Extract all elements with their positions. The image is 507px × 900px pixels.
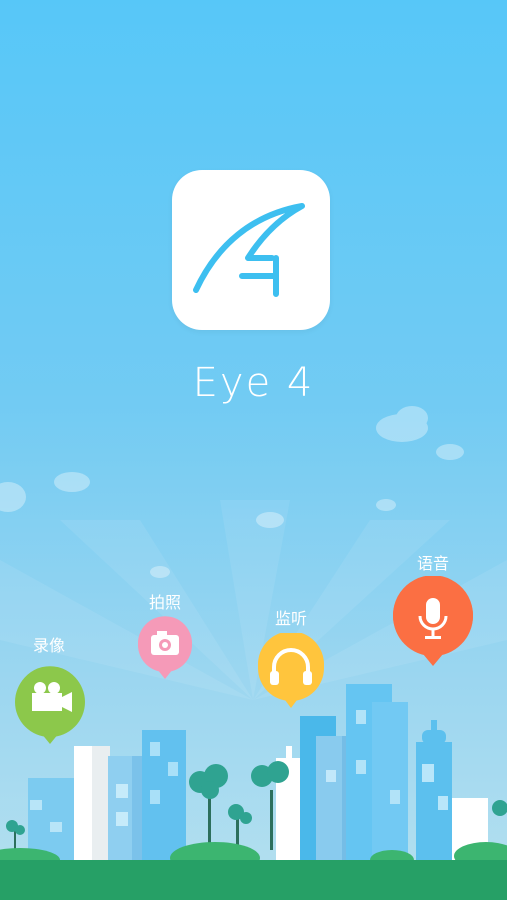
- feature-voice-button[interactable]: 语音: [388, 548, 488, 678]
- video-camera-icon: [15, 666, 85, 744]
- feature-photo-label: 拍照: [148, 593, 181, 612]
- feature-voice-label: 语音: [416, 554, 449, 573]
- microphone-icon: [393, 576, 473, 666]
- headphones-icon: [258, 633, 324, 708]
- city-skyline-illustration: [0, 406, 507, 900]
- feature-record-button[interactable]: 录像: [0, 630, 100, 760]
- feature-listen-label: 监听: [274, 609, 307, 628]
- eye4-logo-icon: [193, 203, 305, 297]
- feature-listen-button[interactable]: 监听: [244, 603, 344, 713]
- feature-record-label: 录像: [32, 636, 65, 655]
- feature-photo-button[interactable]: 拍照: [120, 587, 220, 687]
- app-logo: [172, 170, 330, 330]
- camera-icon: [138, 616, 192, 679]
- app-name: Eye 4: [192, 360, 315, 406]
